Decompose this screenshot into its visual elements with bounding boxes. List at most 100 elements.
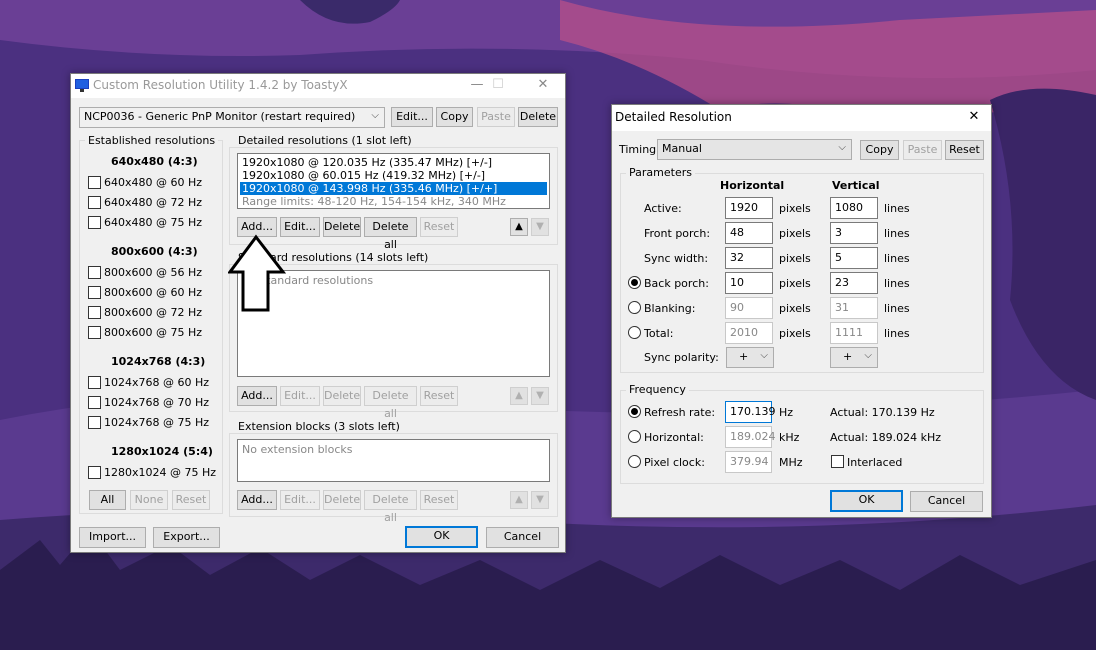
param-vertical-input[interactable]: 1080 [830,197,878,219]
param-horizontal-input[interactable]: 48 [725,222,773,244]
cru-titlebar[interactable]: Custom Resolution Utility 1.4.2 by Toast… [71,74,565,98]
horizontal-freq-unit: kHz [779,431,800,444]
monitor-select-value: NCP0036 - Generic PnP Monitor (restart r… [84,110,356,123]
import-button[interactable]: Import... [79,527,146,548]
param-vertical-input[interactable]: 1111 [830,322,878,344]
param-horizontal-input[interactable]: 10 [725,272,773,294]
param-vertical-input[interactable]: 3 [830,222,878,244]
established-checkbox[interactable] [88,196,101,209]
detailed-item[interactable]: 1920x1080 @ 120.035 Hz (335.47 MHz) [+/-… [240,156,547,169]
reset-button[interactable]: Reset [945,140,984,160]
copy-button[interactable]: Copy [860,140,899,160]
reset-established-button[interactable]: Reset [172,490,210,510]
copy-monitor-button[interactable]: Copy [436,107,473,127]
lines-unit: lines [884,277,910,290]
pixel-clock-input[interactable]: 379.94 [725,451,772,473]
edit-standard-button[interactable]: Edit... [280,386,320,406]
param-vertical-input[interactable]: 31 [830,297,878,319]
move-down-icon[interactable]: ▼ [531,218,549,236]
established-checkbox[interactable] [88,376,101,389]
established-checkbox[interactable] [88,326,101,339]
established-checkbox[interactable] [88,466,101,479]
param-radio[interactable] [628,301,641,314]
horizontal-freq-input[interactable]: 189.024 [725,426,776,448]
param-vertical-input[interactable]: 5 [830,247,878,269]
established-checkbox[interactable] [88,306,101,319]
move-down-icon[interactable]: ▼ [531,387,549,405]
established-checkbox[interactable] [88,396,101,409]
lines-unit: lines [884,252,910,265]
paste-monitor-button[interactable]: Paste [477,107,515,127]
maximize-icon[interactable]: ☐ [476,74,520,98]
established-checkbox[interactable] [88,176,101,189]
param-horizontal-input[interactable]: 2010 [725,322,773,344]
param-radio[interactable] [628,276,641,289]
param-horizontal-input[interactable]: 90 [725,297,773,319]
param-horizontal-input[interactable]: 1920 [725,197,773,219]
delete-all-detailed-button[interactable]: Delete all [364,217,417,251]
close-icon[interactable]: ✕ [521,74,565,98]
monitor-select[interactable]: NCP0036 - Generic PnP Monitor (restart r… [79,107,385,128]
delete-standard-button[interactable]: Delete [323,386,361,406]
delete-all-standard-button[interactable]: Delete all [364,386,417,420]
reset-detailed-button[interactable]: Reset [420,217,458,237]
close-icon[interactable]: ✕ [956,106,992,130]
detail-ok-button[interactable]: OK [830,490,903,512]
paste-button[interactable]: Paste [903,140,942,160]
established-checkbox[interactable] [88,216,101,229]
pixels-unit: pixels [779,202,811,215]
cru-title: Custom Resolution Utility 1.4.2 by Toast… [93,78,348,92]
lines-unit: lines [884,227,910,240]
param-vertical-input[interactable]: 23 [830,272,878,294]
move-up-icon[interactable]: ▲ [510,218,528,236]
refresh-rate-input[interactable]: 170.139 [725,401,776,423]
add-extension-button[interactable]: Add... [237,490,277,510]
range-limits[interactable]: Range limits: 48-120 Hz, 154-154 kHz, 34… [240,195,547,208]
delete-all-extension-button[interactable]: Delete all [364,490,417,524]
none-button[interactable]: None [130,490,168,510]
delete-detailed-button[interactable]: Delete [323,217,361,237]
timing-select[interactable]: Manual ⌵ [657,139,852,160]
move-up-icon[interactable]: ▲ [510,491,528,509]
move-down-icon[interactable]: ▼ [531,491,549,509]
all-button[interactable]: All [89,490,126,510]
established-checkbox[interactable] [88,416,101,429]
edit-extension-button[interactable]: Edit... [280,490,320,510]
detail-cancel-button[interactable]: Cancel [910,491,983,512]
refresh-rate-radio[interactable] [628,405,641,418]
lines-unit: lines [884,202,910,215]
extension-listbox[interactable]: No extension blocks [237,439,550,482]
detailed-label: Detailed resolutions (1 slot left) [235,134,415,147]
delete-monitor-button[interactable]: Delete [518,107,558,127]
detailed-item-selected[interactable]: 1920x1080 @ 143.998 Hz (335.46 MHz) [+/+… [240,182,547,195]
horizontal-freq-radio[interactable] [628,430,641,443]
ok-button[interactable]: OK [405,526,478,548]
detailed-listbox[interactable]: 1920x1080 @ 120.035 Hz (335.47 MHz) [+/-… [237,153,550,209]
move-up-icon[interactable]: ▲ [510,387,528,405]
delete-extension-button[interactable]: Delete [323,490,361,510]
param-label: Back porch: [644,277,709,290]
param-radio[interactable] [628,326,641,339]
pixel-clock-radio[interactable] [628,455,641,468]
pixel-clock-label: Pixel clock: [644,456,705,469]
sync-h-select[interactable]: + ⌵ [726,347,774,368]
interlaced-checkbox[interactable] [831,455,844,468]
edit-monitor-button[interactable]: Edit... [391,107,433,127]
detailed-item[interactable]: 1920x1080 @ 60.015 Hz (419.32 MHz) [+/-] [240,169,547,182]
param-horizontal-input[interactable]: 32 [725,247,773,269]
edit-detailed-button[interactable]: Edit... [280,217,320,237]
cancel-button[interactable]: Cancel [486,527,559,548]
established-checkbox[interactable] [88,286,101,299]
pixels-unit: pixels [779,302,811,315]
export-button[interactable]: Export... [153,527,220,548]
param-label: Blanking: [644,302,696,315]
pixels-unit: pixels [779,227,811,240]
add-standard-button[interactable]: Add... [237,386,277,406]
detail-titlebar[interactable]: Detailed Resolution ✕ [612,105,991,131]
established-checkbox[interactable] [88,266,101,279]
reset-standard-button[interactable]: Reset [420,386,458,406]
reset-extension-button[interactable]: Reset [420,490,458,510]
param-label: Sync width: [644,252,709,265]
established-item-label: 800x600 @ 56 Hz [104,266,203,279]
sync-v-select[interactable]: + ⌵ [830,347,878,368]
